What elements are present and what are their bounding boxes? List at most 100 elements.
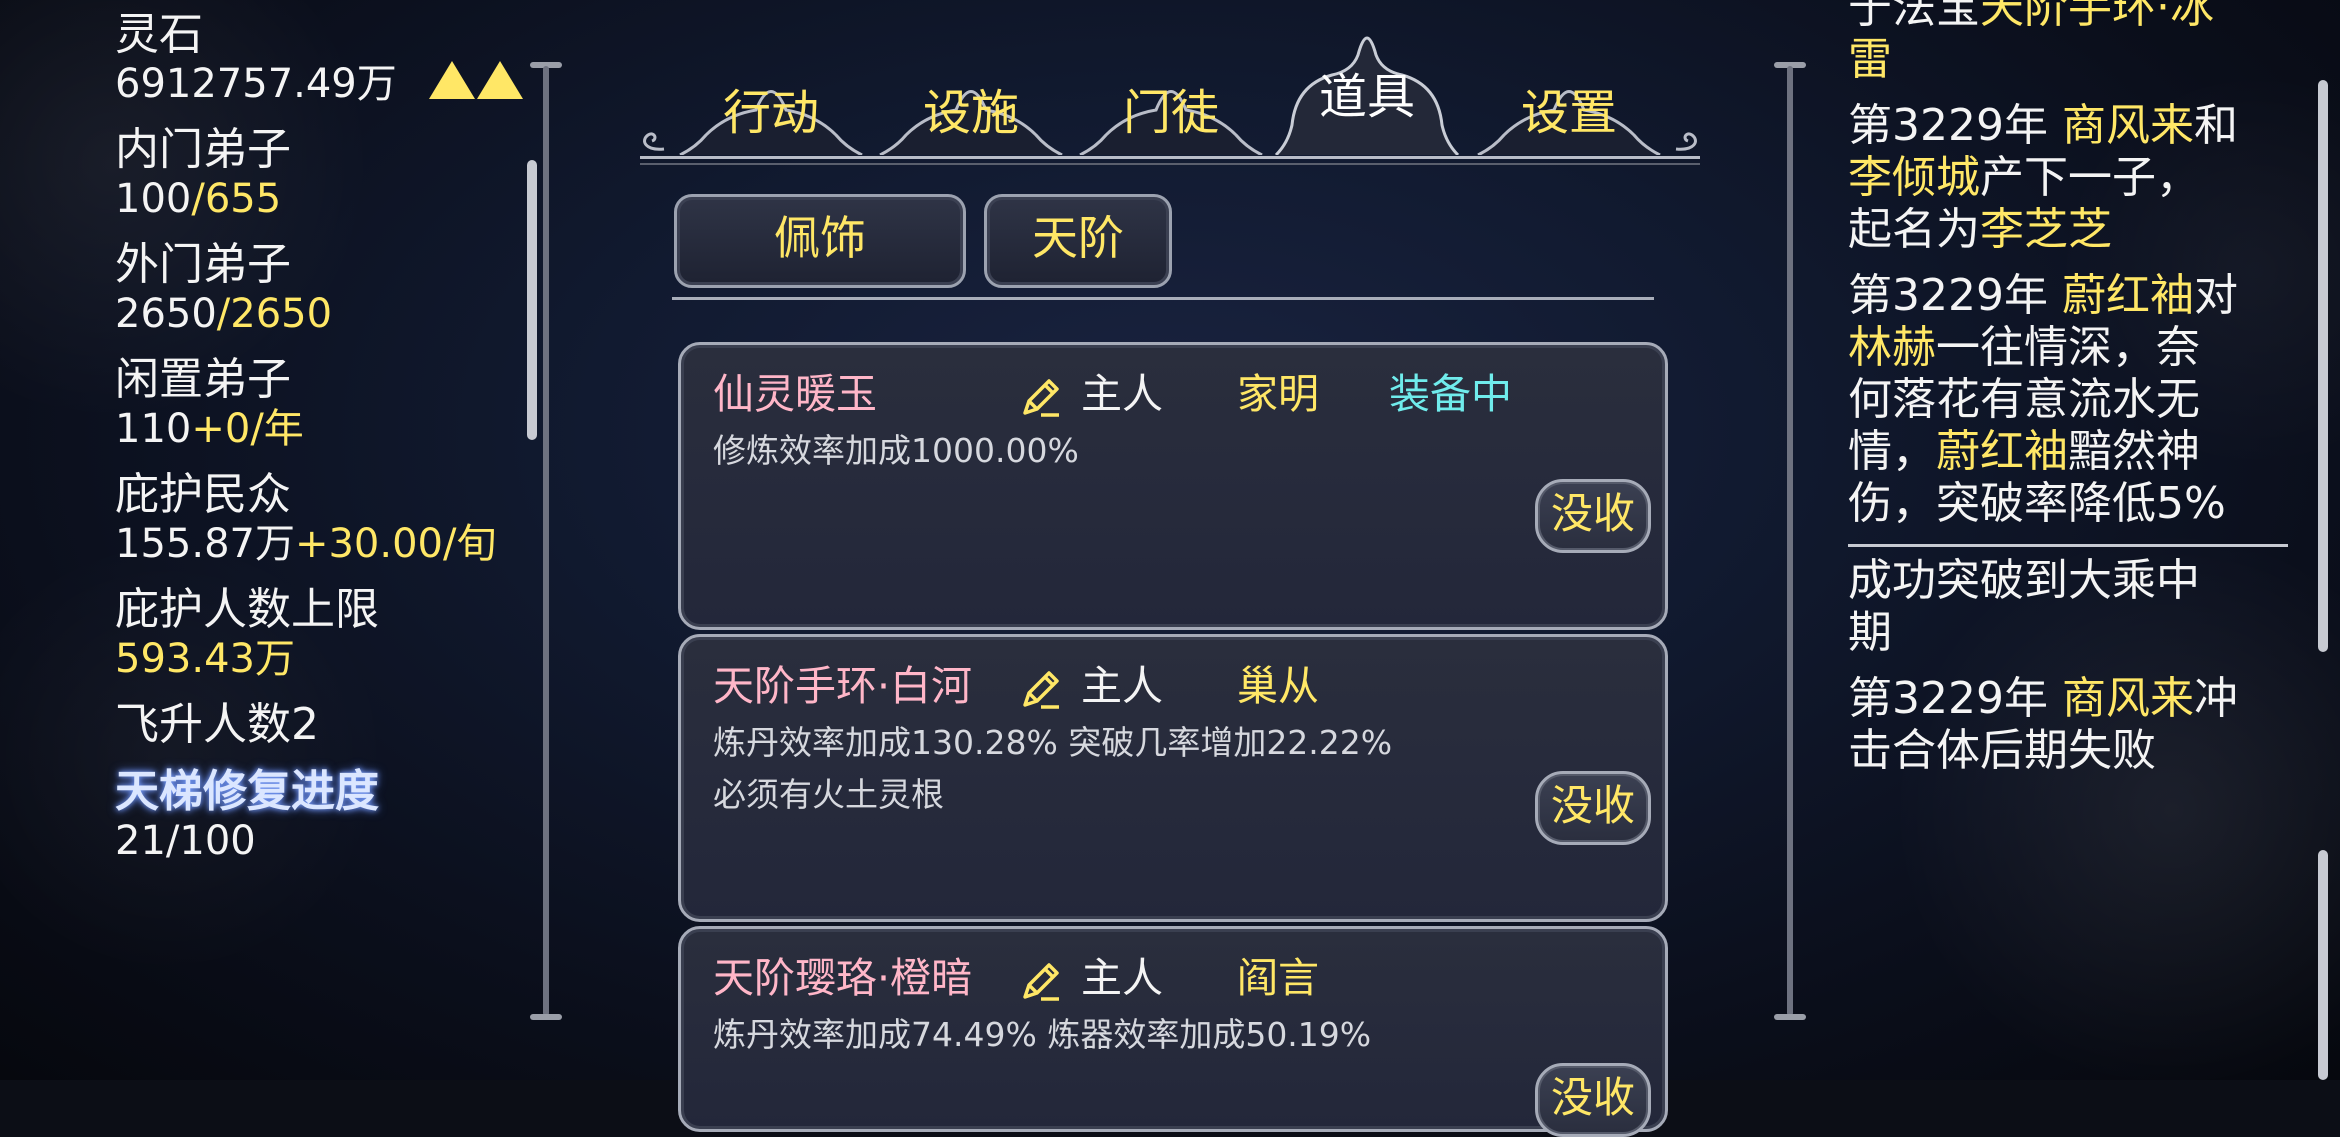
log-text: 黯然神 <box>2068 426 2200 477</box>
event-log: 于法宝天阶手环·冰雷第3229年 商风来和 李倾城产下一子， 起名为李芝芝 第3229… <box>1848 0 2298 791</box>
log-name: 李芝芝 <box>1980 204 2112 255</box>
stat-label: 闲置弟子 <box>115 354 291 405</box>
log-scroll-bottom-cap <box>1774 1014 1806 1020</box>
log-scroll-thumb-lower[interactable] <box>2318 850 2328 1080</box>
confiscate-label: 没收 <box>1550 1073 1635 1122</box>
log-line: 雷 <box>1848 34 2298 86</box>
log-text: 情， <box>1848 426 1936 477</box>
left-scroll-track[interactable] <box>543 66 549 1016</box>
log-text: 成功突破到大乘中 <box>1848 555 2200 606</box>
log-text: 和 <box>2193 100 2238 151</box>
tab-label: 设施 <box>922 85 1019 141</box>
item-card: 天阶手环·白河 主人 巢从 炼丹效率加成130.28% 突破几率增加22.22%… <box>678 634 1668 922</box>
log-name: 蔚红袖 <box>1936 426 2068 477</box>
log-name: 商风来 <box>2061 673 2194 724</box>
subtab-label: 天阶 <box>1032 211 1124 265</box>
log-line: 于法宝天阶手环·冰 <box>1848 0 2298 34</box>
confiscate-label: 没收 <box>1550 489 1635 538</box>
stat-label: 外门弟子 <box>115 239 291 290</box>
stat-spirit-stone: 灵石 6912757.49万 <box>115 10 535 108</box>
log-text: 期 <box>1848 607 1892 658</box>
tab-disciples[interactable]: 门徒 <box>1076 55 1266 155</box>
log-text: 起名为 <box>1848 204 1980 255</box>
tab-label: 门徒 <box>1122 85 1219 141</box>
stat-label: 灵石 <box>115 9 203 60</box>
log-line: 第3229年 商风来和 <box>1848 100 2298 152</box>
edit-pencil-icon[interactable] <box>1019 667 1063 711</box>
log-line: 击合体后期失败 <box>1848 725 2298 777</box>
confiscate-button[interactable]: 没收 <box>1535 771 1651 845</box>
left-scroll-thumb[interactable] <box>527 160 537 440</box>
tab-action[interactable]: 行动 <box>676 55 866 155</box>
log-line: 第3229年 商风来冲 <box>1848 673 2298 725</box>
item-requirement: 必须有火土灵根 <box>713 775 944 814</box>
edit-pencil-icon[interactable] <box>1019 959 1063 1003</box>
item-effect: 修炼效率加成1000.00% <box>713 431 1079 470</box>
stat-value: 2650 <box>115 291 217 337</box>
stat-label: 飞升人数2 <box>115 699 319 750</box>
item-holder[interactable]: 阎言 <box>1237 953 1319 1003</box>
stat-label: 庇护民众 <box>115 469 291 520</box>
log-line: 伤，突破率降低5% <box>1848 478 2298 530</box>
stat-extra: /2650 <box>216 291 333 337</box>
log-text: 冲 <box>2193 673 2238 724</box>
item-holder[interactable]: 家明 <box>1237 369 1319 419</box>
tab-right-ornament-icon <box>1675 132 1697 151</box>
log-entry: 第3229年 商风来和 李倾城产下一子， 起名为李芝芝 <box>1848 100 2298 256</box>
log-name: 李倾城 <box>1848 152 1980 203</box>
subtab-accessory[interactable]: 佩饰 <box>674 194 966 288</box>
stat-value: 155.87万 <box>115 521 295 567</box>
log-text: 何落花有意流水无 <box>1848 374 2200 425</box>
item-owner: 主人 <box>1081 370 1163 418</box>
tab-left-ornament-icon <box>643 132 665 151</box>
log-line: 李倾城产下一子， <box>1848 152 2298 204</box>
log-line: 情，蔚红袖黯然神 <box>1848 426 2298 478</box>
log-name: 雷 <box>1848 34 1892 85</box>
stat-outer-disciples: 外门弟子 2650/2650 <box>115 240 535 338</box>
log-text: 击合体后期失败 <box>1848 725 2156 776</box>
log-entry: 第3229年 商风来冲 击合体后期失败 <box>1848 673 2298 777</box>
stat-label: 内门弟子 <box>115 124 291 175</box>
item-name: 天阶璎珞·橙暗 <box>713 954 973 1002</box>
log-text: 第3229年 <box>1848 270 2062 321</box>
tab-items[interactable]: 道具 <box>1272 15 1462 155</box>
stat-value: 100 <box>115 176 192 222</box>
log-line: 起名为李芝芝 <box>1848 204 2298 256</box>
item-name: 仙灵暖玉 <box>713 370 877 418</box>
item-owner: 主人 <box>1081 662 1163 710</box>
item-owner: 主人 <box>1081 954 1163 1002</box>
edit-pencil-icon[interactable] <box>1019 375 1063 419</box>
item-effect: 炼丹效率加成74.49% 炼器效率加成50.19% <box>713 1015 1372 1054</box>
item-holder[interactable]: 巢从 <box>1237 661 1319 711</box>
item-name: 天阶手环·白河 <box>713 662 973 710</box>
log-name: 蔚红袖 <box>2061 270 2194 321</box>
log-scroll-thumb[interactable] <box>2318 80 2328 652</box>
stat-extra: +30.00/旬 <box>294 521 497 567</box>
stat-value: 110 <box>115 406 192 452</box>
stat-ascension-count: 飞升人数2 <box>115 700 535 750</box>
stat-idle-disciples: 闲置弟子 110+0/年 <box>115 355 535 453</box>
confiscate-button[interactable]: 没收 <box>1535 1063 1651 1137</box>
log-scroll-track[interactable] <box>1787 66 1793 1016</box>
log-line: 何落花有意流水无 <box>1848 374 2298 426</box>
item-card: 仙灵暖玉 主人 家明 装备中 修炼效率加成1000.00% 没收 <box>678 342 1668 630</box>
confiscate-button[interactable]: 没收 <box>1535 479 1651 553</box>
log-entry: 于法宝天阶手环·冰雷 <box>1848 0 2298 86</box>
item-equipped-status: 装备中 <box>1389 370 1512 418</box>
log-text: 一往情深，奈 <box>1936 322 2200 373</box>
tab-label: 设置 <box>1520 85 1617 141</box>
item-card: 天阶璎珞·橙暗 主人 阎言 炼丹效率加成74.49% 炼器效率加成50.19% … <box>678 926 1668 1137</box>
tab-label: 道具 <box>1318 69 1415 125</box>
stat-value: 6912757.49万 <box>115 61 397 107</box>
tab-settings[interactable]: 设置 <box>1474 55 1664 155</box>
log-entry: 成功突破到大乘中期 <box>1848 555 2298 659</box>
subtab-heavenly-grade[interactable]: 天阶 <box>984 194 1172 288</box>
tab-facilities[interactable]: 设施 <box>876 55 1066 155</box>
log-text: 第3229年 <box>1848 100 2062 151</box>
log-divider <box>1848 544 2288 547</box>
rank-up-icon <box>423 61 524 107</box>
tab-divider-shadow <box>640 163 1700 165</box>
log-line: 期 <box>1848 607 2298 659</box>
ladder-repair-title: 天梯修复进度 <box>115 766 379 817</box>
log-entry: 第3229年 蔚红袖对 林赫一往情深，奈 何落花有意流水无 情，蔚红袖黯然神 伤，突破率… <box>1848 270 2298 530</box>
